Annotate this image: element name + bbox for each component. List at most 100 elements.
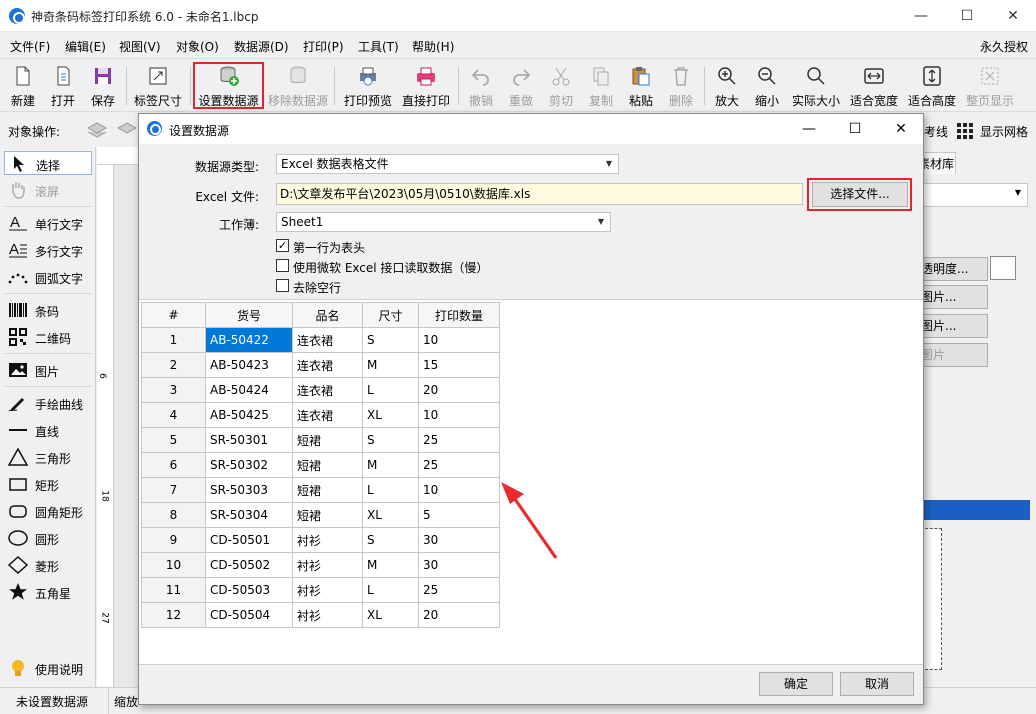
table-cell[interactable]: SR-50301 — [205, 427, 293, 453]
table-cell[interactable]: AB-50423 — [205, 352, 293, 378]
table-cell[interactable]: CD-50502 — [205, 552, 293, 578]
row-number-cell[interactable]: 8 — [141, 502, 206, 528]
table-cell[interactable]: SR-50302 — [205, 452, 293, 478]
actual-size-button[interactable]: 实际大小 — [789, 61, 843, 111]
row-number-cell[interactable]: 4 — [141, 402, 206, 428]
tool-star[interactable]: 五角星 — [4, 580, 92, 604]
guide-lines-label[interactable]: 考线 — [924, 123, 948, 140]
table-row[interactable]: 2 AB-50423 连衣裙 M 15 — [141, 352, 500, 378]
table-cell[interactable]: SR-50304 — [205, 502, 293, 528]
table-cell[interactable]: AB-50422 — [205, 327, 293, 353]
table-cell[interactable]: AB-50424 — [205, 377, 293, 403]
tool-qrcode[interactable]: 二维码 — [4, 325, 92, 349]
table-cell[interactable]: CD-50501 — [205, 527, 293, 553]
redo-button[interactable]: 重做 — [502, 61, 540, 111]
table-cell[interactable]: 5 — [418, 502, 500, 528]
table-cell[interactable]: L — [362, 477, 419, 503]
tool-rectangle[interactable]: 矩形 — [4, 472, 92, 496]
tool-image[interactable]: 图片 — [4, 358, 92, 382]
row-number-cell[interactable]: 7 — [141, 477, 206, 503]
table-row[interactable]: 7 SR-50303 短裙 L 10 — [141, 477, 500, 503]
datasource-type-select[interactable]: Excel 数据表格文件 ▼ — [276, 154, 619, 174]
first-row-header-checkbox[interactable]: ✓ — [276, 239, 289, 252]
remove-datasource-button[interactable]: 移除数据源 — [266, 61, 330, 111]
menu-file[interactable]: 文件(F) — [10, 38, 50, 55]
table-cell[interactable]: 短裙 — [292, 477, 363, 503]
table-cell[interactable]: 连衣裙 — [292, 327, 363, 353]
property-dropdown[interactable]: ▼ — [916, 183, 1028, 207]
table-row[interactable]: 8 SR-50304 短裙 XL 5 — [141, 502, 500, 528]
table-cell[interactable]: 20 — [418, 602, 500, 628]
table-cell[interactable]: 25 — [418, 427, 500, 453]
print-preview-button[interactable]: 打印预览 — [340, 61, 396, 111]
row-number-cell[interactable]: 9 — [141, 527, 206, 553]
layers-down-icon[interactable] — [116, 120, 138, 140]
table-cell[interactable]: M — [362, 352, 419, 378]
table-cell[interactable]: S — [362, 327, 419, 353]
table-cell[interactable]: XL — [362, 602, 419, 628]
row-number-cell[interactable]: 3 — [141, 377, 206, 403]
table-cell[interactable]: 10 — [418, 477, 500, 503]
table-cell[interactable]: 衬衫 — [292, 527, 363, 553]
zoom-in-button[interactable]: 放大 — [708, 61, 746, 111]
table-cell[interactable]: 10 — [418, 327, 500, 353]
tool-single-line-text[interactable]: A 单行文字 — [4, 211, 92, 235]
table-cell[interactable]: 短裙 — [292, 427, 363, 453]
row-number-cell[interactable]: 2 — [141, 352, 206, 378]
table-cell[interactable]: AB-50425 — [205, 402, 293, 428]
tool-freehand[interactable]: 手绘曲线 — [4, 391, 92, 415]
undo-button[interactable]: 撤销 — [462, 61, 500, 111]
menu-print[interactable]: 打印(P) — [303, 38, 344, 55]
layers-up-icon[interactable] — [86, 120, 108, 140]
column-header[interactable]: 打印数量 — [418, 302, 500, 328]
menu-view[interactable]: 视图(V) — [119, 38, 161, 55]
table-cell[interactable]: 30 — [418, 552, 500, 578]
menu-object[interactable]: 对象(O) — [176, 38, 219, 55]
table-cell[interactable]: XL — [362, 502, 419, 528]
table-cell[interactable]: S — [362, 527, 419, 553]
delete-button[interactable]: 删除 — [662, 61, 700, 111]
table-row[interactable]: 3 AB-50424 连衣裙 L 20 — [141, 377, 500, 403]
table-row[interactable]: 4 AB-50425 连衣裙 XL 10 — [141, 402, 500, 428]
table-cell[interactable]: 短裙 — [292, 452, 363, 478]
grid-icon[interactable] — [956, 122, 974, 140]
column-header[interactable]: 尺寸 — [362, 302, 419, 328]
row-number-cell[interactable]: 5 — [141, 427, 206, 453]
dialog-maximize-button[interactable]: ☐ — [833, 114, 877, 144]
worksheet-select[interactable]: Sheet1 ▼ — [276, 212, 611, 232]
table-row[interactable]: 6 SR-50302 短裙 M 25 — [141, 452, 500, 478]
table-cell[interactable]: 25 — [418, 452, 500, 478]
tool-pan[interactable]: 滚屏 — [4, 178, 92, 202]
ms-excel-interface-checkbox[interactable] — [276, 259, 289, 272]
tool-select[interactable]: 选择 — [4, 151, 92, 175]
fit-width-button[interactable]: 适合宽度 — [847, 61, 901, 111]
fit-height-button[interactable]: 适合高度 — [905, 61, 959, 111]
remove-blank-rows-checkbox[interactable] — [276, 279, 289, 292]
direct-print-button[interactable]: 直接打印 — [398, 61, 454, 111]
menu-datasource[interactable]: 数据源(D) — [234, 38, 289, 55]
ok-button[interactable]: 确定 — [759, 672, 833, 696]
table-cell[interactable]: 衬衫 — [292, 577, 363, 603]
fit-page-button[interactable]: 整页显示 — [963, 61, 1017, 111]
image-button-2[interactable]: 图片... — [916, 314, 988, 338]
tool-rounded-rectangle[interactable]: 圆角矩形 — [4, 499, 92, 523]
row-number-cell[interactable]: 12 — [141, 602, 206, 628]
column-header[interactable]: # — [141, 302, 206, 328]
table-row[interactable]: 5 SR-50301 短裙 S 25 — [141, 427, 500, 453]
row-number-cell[interactable]: 10 — [141, 552, 206, 578]
show-grid-toggle[interactable]: 显示网格 — [980, 123, 1028, 140]
opacity-button[interactable]: 透明度... — [916, 257, 988, 281]
tool-multi-line-text[interactable]: A 多行文字 — [4, 238, 92, 262]
zoom-out-button[interactable]: 缩小 — [748, 61, 786, 111]
table-cell[interactable]: XL — [362, 402, 419, 428]
table-cell[interactable]: M — [362, 552, 419, 578]
tool-ellipse[interactable]: 圆形 — [4, 526, 92, 550]
close-button[interactable]: ✕ — [990, 0, 1036, 32]
dialog-minimize-button[interactable]: — — [787, 114, 831, 144]
table-cell[interactable]: 连衣裙 — [292, 402, 363, 428]
image-button-1[interactable]: 图片... — [916, 285, 988, 309]
table-row[interactable]: 11 CD-50503 衬衫 L 25 — [141, 577, 500, 603]
dialog-close-button[interactable]: ✕ — [879, 114, 923, 144]
table-cell[interactable]: 衬衫 — [292, 602, 363, 628]
table-cell[interactable]: 连衣裙 — [292, 377, 363, 403]
